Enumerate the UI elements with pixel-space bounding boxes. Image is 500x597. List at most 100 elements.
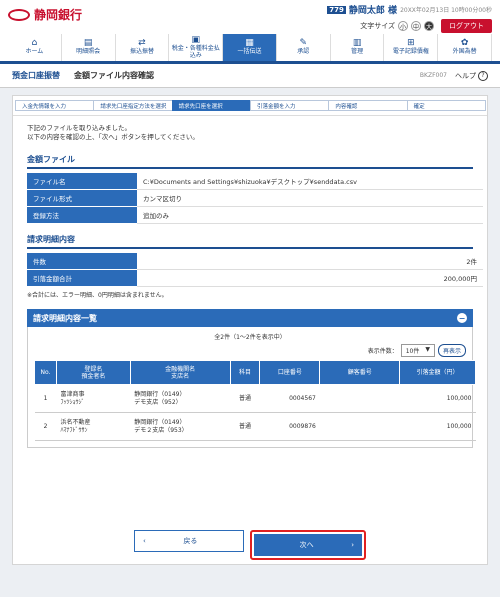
help-link[interactable]: ヘルプ ? <box>455 70 488 81</box>
nav-item-forex[interactable]: ✿ 外国為替 <box>438 34 493 61</box>
row-account-number: 0009876 <box>289 422 316 430</box>
nav-item-label: 承認 <box>297 48 310 56</box>
step-2: 請求先口座指定方法を選択 <box>93 100 173 111</box>
nav-item-batch[interactable]: ▦ 一括伝送 <box>223 34 277 61</box>
screen-code: BKZF007 <box>419 72 447 79</box>
intro-line-1: 下記のファイルを取り込みました。 <box>27 124 131 132</box>
chevron-right-icon: › <box>351 541 354 549</box>
result-count: 全2件（1～2件を表示中） <box>214 334 286 342</box>
nav-item-admin[interactable]: ▥ 管理 <box>331 34 385 61</box>
list-section-title: 請求明細内容一覧 <box>33 313 97 323</box>
next-button-highlight: 次へ › <box>250 530 366 560</box>
nav-item-label: ホーム <box>25 48 44 56</box>
row-branch: デモ支店（952） <box>134 398 182 406</box>
collapse-icon[interactable]: − <box>457 313 467 324</box>
register-method-value: 追加のみ <box>137 206 483 225</box>
per-page-label: 表示件数： <box>367 348 398 356</box>
page-category: 預金口座振替 <box>12 71 60 80</box>
bank-logo-icon <box>8 8 30 21</box>
back-label: 戻る <box>183 537 198 545</box>
count-label: 件数 <box>27 253 137 271</box>
nav-item-label: 振込振替 <box>129 48 154 56</box>
list-section-header: 請求明細内容一覧 − <box>27 309 473 328</box>
nav-item-label: 一括伝送 <box>237 48 262 56</box>
file-format-label: ファイル形式 <box>27 189 137 208</box>
row-branch: デモ２支店（953） <box>134 426 188 434</box>
button-area: ‹ 戻る 次へ › <box>13 530 487 560</box>
next-button[interactable]: 次へ › <box>254 534 362 556</box>
font-size-medium-button[interactable]: 中 <box>411 21 421 31</box>
row-account-type: 普通 <box>238 422 251 430</box>
per-page-value: 10件 <box>405 348 420 356</box>
register-method-label: 登録方法 <box>27 206 137 225</box>
list-section-body: 全2件（1～2件を表示中） 表示件数： 10件 ▼ 再表示 No. 登録名 預金者… <box>27 327 476 449</box>
font-size-small-button[interactable]: 小 <box>398 21 408 31</box>
row-account-type: 普通 <box>238 394 251 402</box>
header: 静岡銀行 779 静岡太郎 様 20XX年02月13日 10時00分00秒 文字… <box>0 0 500 34</box>
column-header: 科目 <box>229 360 261 386</box>
page-title: 金額ファイル内容確認 <box>74 71 154 80</box>
logout-button[interactable]: ログアウト <box>441 19 492 33</box>
row-name: 浜名不動産 <box>60 418 91 426</box>
nav-item-transfer[interactable]: ⇄ 振込振替 <box>116 34 170 61</box>
column-header: 口座番号 <box>259 360 321 386</box>
column-header: 金融機関名 支店名 <box>129 360 231 386</box>
help-icon: ? <box>478 70 488 81</box>
nav-item-approve[interactable]: ✎ 承認 <box>277 34 331 61</box>
row-bank: 静岡銀行（0149） <box>134 390 186 398</box>
user-id-badge: 779 <box>327 5 346 14</box>
row-name-kana: ﾌｯﾂｼｮｳｼﾞ <box>60 398 85 406</box>
chevron-down-icon: ▼ <box>425 346 430 354</box>
table-row: 1 富津商事 ﾌｯﾂｼｮｳｼﾞ 静岡銀行（0149） デモ支店（952） 普通 000456… <box>34 384 476 414</box>
font-size-label: 文字サイズ <box>360 22 395 30</box>
count-value: 2件 <box>137 253 483 271</box>
bank-logo[interactable]: 静岡銀行 <box>8 6 82 23</box>
file-name-label: ファイル名 <box>27 173 137 191</box>
column-header: No. <box>34 360 57 386</box>
step-5: 内容確認 <box>328 100 408 111</box>
font-size-large-button[interactable]: 大 <box>424 21 434 31</box>
nav-item-label: 電子記録債権 <box>392 48 429 56</box>
nav-item-document[interactable]: ▤ 明細照会 <box>62 34 116 61</box>
step-1: 入金先情報を入力 <box>15 100 95 111</box>
nav-item-tax[interactable]: ▣ 税金・各種料金払込み <box>169 34 224 61</box>
step-3-current: 請求先口座を選択 <box>171 100 251 111</box>
summary-note: ※合計には、エラー明細、0円明細は含まれません。 <box>27 292 168 300</box>
nav-item-label: 税金・各種料金払込み <box>171 44 220 59</box>
last-login-time: 20XX年02月13日 10時00分00秒 <box>400 7 492 14</box>
row-amount: 100,000 <box>446 422 472 430</box>
column-header: 登録名 預金者名 <box>55 360 131 386</box>
user-name: 静岡太郎 様 <box>348 6 398 16</box>
file-info-table: ファイル名 C:¥Documents and Settings¥shizuoka¥… <box>27 173 483 225</box>
total-label: 引落金額合計 <box>27 269 137 288</box>
file-section-title: 金額ファイル <box>27 154 473 170</box>
nav-item-label: 外国為替 <box>452 48 477 56</box>
back-button[interactable]: ‹ 戻る <box>134 530 244 552</box>
next-label: 次へ <box>299 541 314 549</box>
nav-item-e-record[interactable]: ⊞ 電子記録債権 <box>384 34 439 61</box>
total-value: 200,000円 <box>137 269 483 288</box>
step-indicator: 入金先情報を入力 請求先口座指定方法を選択 請求先口座を選択 引落金額を入力 内… <box>13 96 487 116</box>
per-page-select[interactable]: 10件 ▼ <box>400 344 435 358</box>
row-account-number: 0004567 <box>289 394 316 402</box>
redraw-button[interactable]: 再表示 <box>437 344 466 358</box>
help-label: ヘルプ <box>455 71 476 80</box>
bank-name: 静岡銀行 <box>34 8 83 22</box>
main-card: 入金先情報を入力 請求先口座指定方法を選択 請求先口座を選択 引落金額を入力 内… <box>12 95 488 565</box>
nav-item-label: 管理 <box>351 48 364 56</box>
file-name-value: C:¥Documents and Settings¥shizuoka¥デスクトッ… <box>137 173 483 191</box>
summary-section-title: 請求明細内容 <box>27 234 473 250</box>
chevron-left-icon: ‹ <box>143 537 146 545</box>
column-header: 顧客番号 <box>319 360 401 386</box>
page-title-bar: 預金口座振替 金額ファイル内容確認 BKZF007 ヘルプ ? <box>0 64 500 88</box>
row-no: 2 <box>43 422 48 430</box>
list-controls: 表示件数： 10件 ▼ 再表示 <box>28 344 472 360</box>
row-bank: 静岡銀行（0149） <box>134 418 186 426</box>
global-nav: ⌂ ホーム ▤ 明細照会 ⇄ 振込振替 ▣ 税金・各種料金払込み ▦ 一括伝送 ✎ 承認 ▥ 管理 ⊞ 電子記… <box>0 34 500 64</box>
row-no: 1 <box>43 394 48 402</box>
nav-item-home[interactable]: ⌂ ホーム <box>8 34 62 61</box>
row-name: 富津商事 <box>60 390 85 398</box>
column-header: 引落金額（円） <box>399 360 476 386</box>
nav-item-label: 明細照会 <box>76 48 101 56</box>
intro-text: 下記のファイルを取り込みました。 以下の内容を確認の上、「次へ」ボタンを押してく… <box>13 116 487 150</box>
